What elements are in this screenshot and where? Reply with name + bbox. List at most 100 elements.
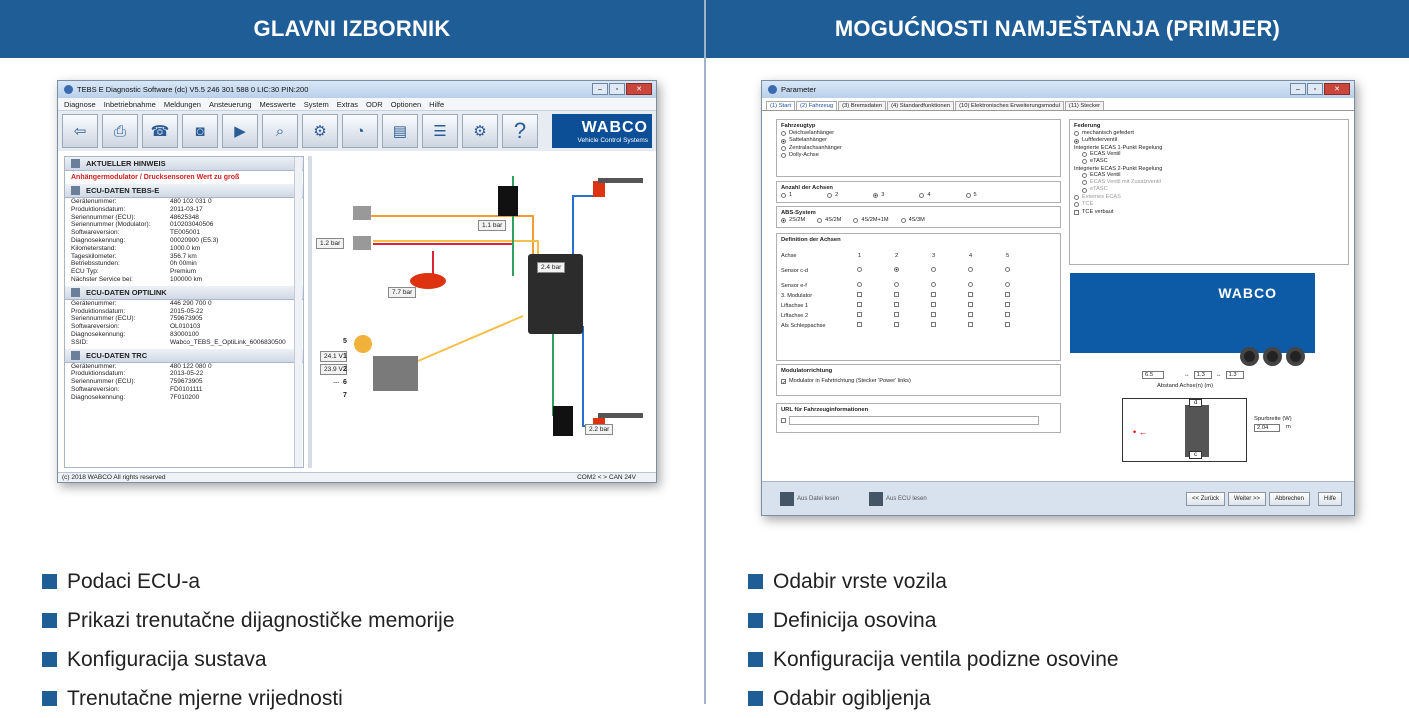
- checkbox[interactable]: [931, 312, 936, 317]
- cancel-button[interactable]: Abbrechen: [1268, 491, 1310, 506]
- radio-option[interactable]: 4S/2M: [817, 217, 841, 224]
- radio-button[interactable]: [781, 146, 786, 152]
- radio-option[interactable]: Deichselanhänger: [781, 130, 1056, 137]
- printer-icon[interactable]: ⎙: [102, 114, 138, 148]
- distance-input[interactable]: 1.3: [1225, 371, 1244, 379]
- radio-button[interactable]: [817, 218, 823, 224]
- radio-option[interactable]: ECAS Ventil: [1082, 172, 1344, 179]
- ecu-gear-icon[interactable]: ⚙: [462, 114, 498, 148]
- radio-button[interactable]: [1082, 187, 1087, 193]
- url-input[interactable]: [789, 416, 1039, 425]
- menu-item[interactable]: Meldungen: [164, 100, 201, 109]
- maximize-button[interactable]: ▫: [1307, 83, 1323, 95]
- menu-item[interactable]: System: [304, 100, 329, 109]
- back-button[interactable]: << Zurück: [1186, 491, 1226, 506]
- checkbox[interactable]: [857, 302, 862, 307]
- menu-item[interactable]: Inbetriebnahme: [104, 100, 156, 109]
- close-button[interactable]: ✕: [626, 83, 652, 95]
- radio-option[interactable]: mechanisch gefedert: [1074, 130, 1344, 137]
- tab[interactable]: (4) Standardfunktionen: [887, 101, 955, 110]
- radio-button[interactable]: [1082, 159, 1087, 165]
- checkbox[interactable]: [931, 302, 936, 307]
- radio-button[interactable]: [931, 267, 936, 272]
- checkbox[interactable]: [968, 312, 973, 317]
- radio-button[interactable]: [1082, 172, 1087, 178]
- url-checkbox[interactable]: [781, 418, 786, 423]
- radio-button[interactable]: [1074, 195, 1079, 201]
- checkbox[interactable]: [894, 312, 899, 317]
- checkbox[interactable]: [894, 302, 899, 307]
- menu-item[interactable]: Ansteuerung: [209, 100, 252, 109]
- checkbox[interactable]: [968, 302, 973, 307]
- maximize-button[interactable]: ▫: [609, 83, 625, 95]
- radio-button[interactable]: [931, 282, 936, 287]
- radio-option[interactable]: ECAS Ventil: [1082, 151, 1344, 158]
- play-icon[interactable]: ▶: [222, 114, 258, 148]
- radio-button[interactable]: [1074, 202, 1079, 208]
- radio-button[interactable]: [857, 267, 862, 272]
- radio-option[interactable]: Dolly-Achse: [781, 152, 1056, 159]
- radio-option[interactable]: ECAS Ventil mit Zusatzventil: [1082, 179, 1344, 186]
- tab[interactable]: (11) Stecker: [1064, 101, 1105, 110]
- radio-option[interactable]: 2S/2M: [781, 217, 805, 224]
- radio-button[interactable]: [853, 218, 859, 224]
- radio-button[interactable]: [781, 131, 786, 137]
- checkbox[interactable]: [1005, 312, 1010, 317]
- next-button[interactable]: Weiter >>: [1228, 491, 1266, 506]
- scrollbar[interactable]: [294, 157, 302, 467]
- radio-option[interactable]: Sattelanhänger: [781, 137, 1056, 144]
- radio-option[interactable]: 4S/2M+1M: [853, 217, 889, 224]
- menu-item[interactable]: Hilfe: [429, 100, 444, 109]
- radio-option[interactable]: eTASC: [1082, 158, 1344, 165]
- menu-item[interactable]: Diagnose: [64, 100, 96, 109]
- radio-button[interactable]: [1074, 138, 1079, 144]
- checkbox[interactable]: [1074, 209, 1079, 215]
- modulator-checkbox[interactable]: ✓: [781, 379, 786, 386]
- exit-icon[interactable]: ⇦: [62, 114, 98, 148]
- radio-button[interactable]: [1074, 131, 1079, 137]
- radio-option[interactable]: 1: [781, 192, 792, 199]
- distance-input[interactable]: 1.3: [1193, 371, 1212, 379]
- help-button[interactable]: Hilfe: [1317, 491, 1342, 506]
- help-icon[interactable]: ?: [502, 114, 538, 148]
- checkbox[interactable]: [1005, 292, 1010, 297]
- radio-option[interactable]: eTASC: [1082, 186, 1344, 193]
- radio-button[interactable]: [827, 193, 833, 199]
- radio-option[interactable]: 2: [827, 192, 838, 199]
- radio-button[interactable]: [894, 282, 899, 287]
- radio-button[interactable]: [968, 282, 973, 287]
- radio-option[interactable]: 3: [873, 192, 884, 199]
- radio-button[interactable]: [1005, 267, 1010, 272]
- engine-icon[interactable]: ⚙: [302, 114, 338, 148]
- read-ecu-button[interactable]: Aus ECU lesen: [864, 489, 932, 509]
- tab[interactable]: (1) Start: [766, 101, 795, 110]
- checkbox[interactable]: [931, 322, 936, 327]
- radio-option[interactable]: Zentralachsanhänger: [781, 145, 1056, 152]
- menu-item[interactable]: Messwerte: [260, 100, 296, 109]
- radio-button[interactable]: [857, 282, 862, 287]
- sliders-icon[interactable]: ☰: [422, 114, 458, 148]
- radio-option[interactable]: 5: [965, 192, 977, 199]
- ecu-icon[interactable]: ◙: [182, 114, 218, 148]
- read-file-button[interactable]: Aus Datei lesen: [775, 489, 844, 509]
- radio-button[interactable]: [900, 218, 906, 224]
- tab[interactable]: (10) Elektronisches Erweiterungsmodul: [955, 101, 1064, 110]
- close-button[interactable]: ✕: [1324, 83, 1350, 95]
- checkbox[interactable]: [857, 322, 862, 327]
- radio-button[interactable]: [968, 267, 973, 272]
- radio-option[interactable]: 4S/3M: [900, 217, 925, 224]
- menu-item[interactable]: Optionen: [391, 100, 421, 109]
- radio-button[interactable]: [965, 193, 971, 199]
- fax-icon[interactable]: ☎: [142, 114, 178, 148]
- checkbox[interactable]: [1005, 302, 1010, 307]
- radio-button[interactable]: [781, 138, 786, 144]
- checkbox[interactable]: [857, 292, 862, 297]
- radio-button[interactable]: [1082, 152, 1087, 158]
- radio-button[interactable]: [781, 193, 786, 199]
- radio-option[interactable]: Luftfederventil: [1074, 137, 1344, 144]
- radio-button[interactable]: [1005, 282, 1010, 287]
- minimize-button[interactable]: –: [592, 83, 608, 95]
- checkbox[interactable]: [931, 292, 936, 297]
- meter-icon[interactable]: ▤: [382, 114, 418, 148]
- radio-button[interactable]: [919, 193, 925, 199]
